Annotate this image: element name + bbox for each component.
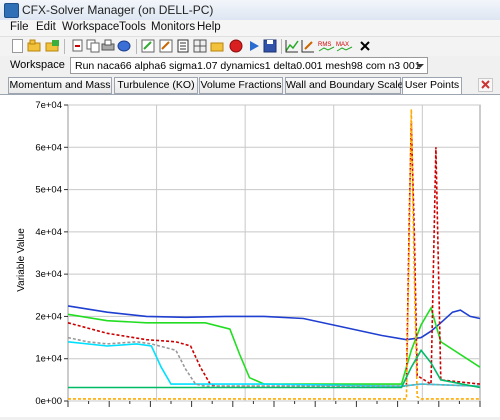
tab-wall-and-boundary-scale[interactable]: Wall and Boundary Scale	[285, 77, 404, 94]
open-icon[interactable]	[27, 39, 42, 53]
toolbar: RMS MAX	[0, 36, 500, 57]
play-icon[interactable]	[247, 39, 262, 53]
output-file-icon[interactable]	[176, 39, 191, 53]
y-tick-label: 0e+00	[35, 396, 62, 407]
title-bar: CFX-Solver Manager (on DELL-PC)	[0, 0, 500, 21]
svg-text:RMS: RMS	[318, 42, 331, 48]
menu-workspace[interactable]: Workspace	[62, 21, 119, 33]
rms-icon[interactable]: RMS	[318, 39, 336, 53]
menu-file[interactable]: File	[10, 21, 29, 33]
menu-tools[interactable]: Tools	[119, 21, 146, 33]
tab-turbulence[interactable]: Turbulence (KO)	[114, 77, 198, 94]
workspace-select[interactable]: Run naca66 alpha6 sigma1.07 dynamics1 de…	[70, 57, 428, 74]
monitor-tabs: Momentum and Mass Turbulence (KO) Volume…	[0, 77, 500, 95]
new-icon[interactable]	[12, 39, 23, 53]
y-tick-label: 1e+04	[35, 354, 62, 365]
y-axis-label: Variable Value	[16, 228, 27, 292]
dropdown-arrow-icon[interactable]	[416, 64, 424, 68]
svg-text:MAX: MAX	[336, 42, 349, 48]
y-tick-label: 6e+04	[35, 142, 62, 153]
save-icon[interactable]	[263, 39, 278, 53]
y-tick-label: 7e+04	[35, 100, 62, 111]
edit-results-icon[interactable]	[159, 39, 174, 53]
menu-bar: File Edit Workspace Tools Monitors Help	[0, 20, 500, 36]
workspace-selected-value: Run naca66 alpha6 sigma1.07 dynamics1 de…	[75, 60, 421, 72]
chart-panel: 0e+00 1e+04 2e+04 3e+04 4e+04 5e+04 6e+04 7e+04…	[0, 94, 500, 417]
menu-edit[interactable]: Edit	[36, 21, 56, 33]
y-tick-label: 2e+04	[35, 311, 62, 322]
y-tick-label: 4e+04	[35, 227, 62, 238]
workspace-row: Workspace Run naca66 alpha6 sigma1.07 dy…	[0, 56, 500, 76]
user-points-chart: 0e+00 1e+04 2e+04 3e+04 4e+04 5e+04 6e+04 7e+04…	[16, 100, 481, 407]
tab-volume-fractions[interactable]: Volume Fractions	[199, 77, 283, 94]
tab-user-points[interactable]: User Points	[402, 77, 462, 95]
close-icon	[481, 80, 490, 89]
open-results-icon[interactable]	[45, 39, 60, 53]
monitor-folder-icon[interactable]	[210, 39, 225, 53]
copy-icon[interactable]	[86, 39, 101, 53]
close-tab-button[interactable]	[478, 78, 493, 92]
edit-monitor-icon[interactable]	[301, 39, 316, 53]
close-x-icon[interactable]	[358, 39, 373, 53]
max-icon[interactable]: MAX	[336, 39, 354, 53]
define-run-icon[interactable]	[117, 39, 132, 53]
window-title: CFX-Solver Manager (on DELL-PC)	[22, 3, 214, 17]
y-tick-label: 5e+04	[35, 185, 62, 196]
import-icon[interactable]	[70, 39, 85, 53]
workspace-label: Workspace	[10, 59, 65, 71]
layout-icon[interactable]	[193, 39, 208, 53]
monitor-icon[interactable]	[285, 39, 300, 53]
tab-momentum-and-mass[interactable]: Momentum and Mass	[8, 77, 112, 94]
edit-run-icon[interactable]	[141, 39, 156, 53]
menu-monitors[interactable]: Monitors	[151, 21, 195, 33]
y-tick-label: 3e+04	[35, 269, 62, 280]
print-icon[interactable]	[101, 39, 116, 53]
stop-run-icon[interactable]	[229, 39, 244, 53]
app-icon	[4, 3, 19, 18]
menu-help[interactable]: Help	[197, 21, 221, 33]
